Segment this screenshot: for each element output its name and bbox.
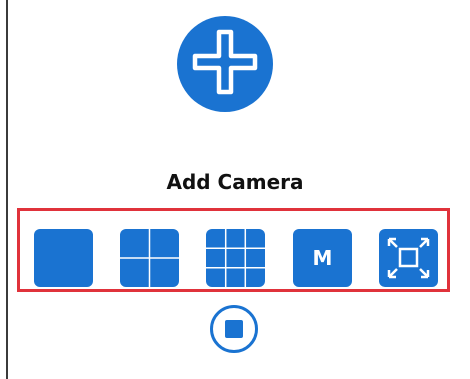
- stop-button[interactable]: [210, 305, 258, 353]
- layout-toolbar: M: [17, 208, 450, 292]
- fullscreen-button[interactable]: [379, 229, 438, 287]
- add-camera-button[interactable]: [177, 16, 273, 112]
- stop-icon: [225, 320, 243, 338]
- camera-panel: Add Camera M: [0, 0, 470, 379]
- layout-3x3-button[interactable]: [206, 229, 265, 287]
- multi-view-button[interactable]: M: [293, 229, 352, 287]
- plus-icon: [189, 26, 261, 103]
- layout-single-button[interactable]: [34, 229, 93, 287]
- layout-2x2-button[interactable]: [120, 229, 179, 287]
- add-camera-label: Add Camera: [166, 170, 304, 194]
